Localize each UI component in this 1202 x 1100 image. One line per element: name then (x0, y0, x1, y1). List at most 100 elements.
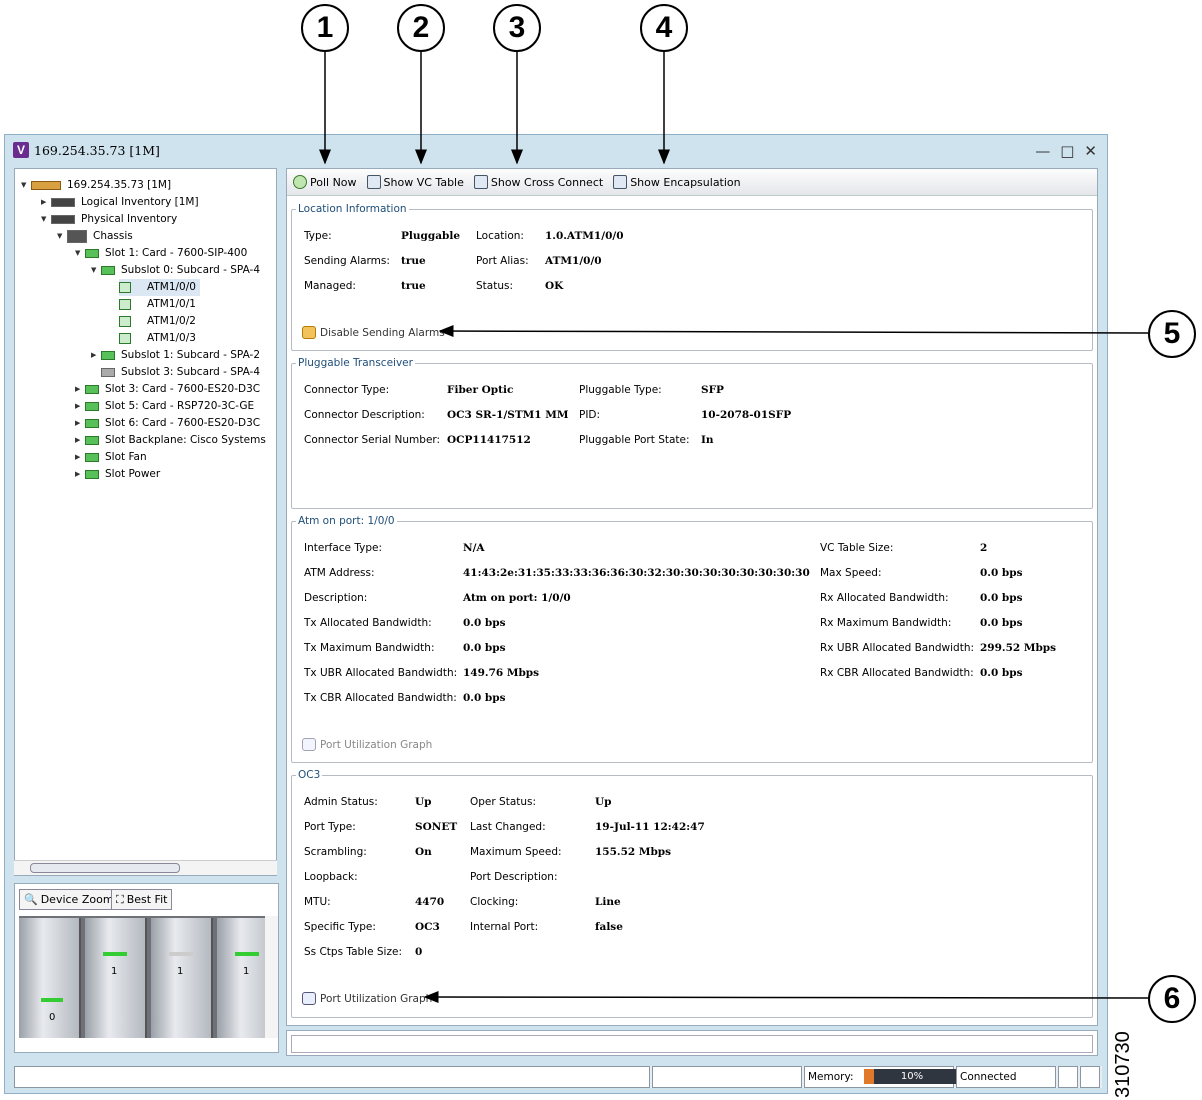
sending-alarms-value: true (401, 255, 426, 267)
tree-root[interactable]: ▼ 169.254.35.73 [1M] (21, 177, 171, 194)
memory-bar: 10% (864, 1069, 960, 1084)
section-title: Location Information (296, 203, 409, 215)
callout-3: 3 (493, 4, 541, 52)
port-icon (119, 282, 131, 293)
memory-percent: 10% (900, 1071, 924, 1082)
maximize-icon[interactable]: □ (1060, 142, 1074, 160)
best-fit-button[interactable]: ⛶ Best Fit (111, 889, 173, 910)
managed-label: Managed: (304, 280, 356, 292)
tree-slot-fan[interactable]: ▶ Slot Fan (75, 449, 147, 466)
atm-field-value: 0.0 bps (980, 567, 1023, 579)
device-window: V 169.254.35.73 [1M] — □ ✕ ▼ 169.254.35.7… (4, 134, 1108, 1094)
card-icon (85, 453, 99, 462)
status-box (652, 1066, 802, 1088)
device-icon (31, 181, 61, 190)
oc3-field-label: Scrambling: (304, 846, 367, 858)
card-icon (85, 436, 99, 445)
alarm-icon (302, 326, 316, 339)
tree-subslot-0[interactable]: ▼ Subslot 0: Subcard - SPA-4 (91, 262, 260, 279)
card-icon (85, 402, 99, 411)
status-message-box (14, 1066, 650, 1088)
oc3-field-label: Maximum Speed: (470, 846, 562, 858)
oc3-field-label: Loopback: (304, 871, 358, 883)
atm-field-value: 0.0 bps (463, 617, 506, 629)
cross-connect-icon (473, 175, 488, 189)
tree-port-atm-1-0-3[interactable]: ATM1/0/3 (119, 330, 196, 347)
scroll-thumb[interactable] (30, 863, 180, 873)
tree-horizontal-scrollbar[interactable] (14, 860, 277, 875)
tree-slot-backplane[interactable]: ▶ Slot Backplane: Cisco Systems (75, 432, 266, 449)
tree-port-atm-1-0-2[interactable]: ATM1/0/2 (119, 313, 196, 330)
inventory-tree[interactable]: ▼ 169.254.35.73 [1M] ▶ Logical Inventory [… (14, 168, 277, 876)
graph-icon (302, 992, 316, 1005)
tree-slot-power[interactable]: ▶ Slot Power (75, 466, 160, 483)
port-alias-label: Port Alias: (476, 255, 529, 267)
chassis-card[interactable]: 1 (151, 918, 213, 1038)
tree-slot-1[interactable]: ▼ Slot 1: Card - 7600-SIP-400 (75, 245, 247, 262)
subcard-icon (101, 266, 115, 275)
oc3-field-label: Port Description: (470, 871, 558, 883)
atm-port-utilization-graph-link[interactable]: Port Utilization Graph (302, 738, 432, 751)
minimize-icon[interactable]: — (1035, 142, 1050, 160)
atm-field-label: Rx Maximum Bandwidth: (820, 617, 952, 629)
oc3-port-utilization-graph-link[interactable]: Port Utilization Graph (302, 992, 432, 1005)
memory-bar-fill (864, 1069, 874, 1084)
chassis-card[interactable]: 0 (19, 918, 81, 1038)
card-icon (85, 470, 99, 479)
sending-alarms-label: Sending Alarms: (304, 255, 390, 267)
connector-type-label: Connector Type: (304, 384, 390, 396)
show-cross-connect-button[interactable]: Show Cross Connect (473, 175, 603, 189)
navigator-vertical-scrollbar[interactable] (265, 916, 278, 1038)
status-label: Status: (476, 280, 513, 292)
atm-field-value: 299.52 Mbps (980, 642, 1057, 654)
section-title: OC3 (296, 769, 323, 781)
atm-field-value: 0.0 bps (463, 692, 506, 704)
show-vc-table-button[interactable]: Show VC Table (366, 175, 464, 189)
atm-field-value: 41:43:2e:31:35:33:33:36:36:30:32:30:30:3… (463, 567, 810, 579)
tree-subslot-1[interactable]: ▶ Subslot 1: Subcard - SPA-2 (91, 347, 260, 364)
tree-chassis[interactable]: ▼ Chassis (57, 228, 133, 245)
tree-slot-5[interactable]: ▶ Slot 5: Card - RSP720-3C-GE (75, 398, 254, 415)
show-encapsulation-button[interactable]: Show Encapsulation (613, 175, 741, 189)
card-number: 0 (49, 1012, 56, 1023)
oc3-field-label: Port Type: (304, 821, 356, 833)
atm-field-value: 149.76 Mbps (463, 667, 540, 679)
disable-sending-alarms-link[interactable]: Disable Sending Alarms (302, 326, 445, 339)
card-led (235, 952, 259, 956)
oc3-field-label: Oper Status: (470, 796, 537, 808)
tree-logical-inventory[interactable]: ▶ Logical Inventory [1M] (41, 194, 199, 211)
chassis-card[interactable]: 1 (85, 918, 147, 1038)
atm-field-value: 0.0 bps (463, 642, 506, 654)
tree-physical-inventory[interactable]: ▼ Physical Inventory (41, 211, 177, 228)
tree-slot-3[interactable]: ▶ Slot 3: Card - 7600-ES20-D3C (75, 381, 260, 398)
app-logo-icon: V (13, 142, 29, 158)
poll-now-button[interactable]: Poll Now (293, 175, 357, 189)
message-field[interactable] (291, 1035, 1093, 1053)
oc3-field-label: Clocking: (470, 896, 519, 908)
graph-icon (302, 738, 316, 751)
chassis-card[interactable]: 1 (217, 918, 265, 1038)
oc3-field-value: SONET (415, 821, 458, 833)
section-title: Pluggable Transceiver (296, 357, 415, 369)
atm-field-label: Rx UBR Allocated Bandwidth: (820, 642, 975, 654)
window-title: 169.254.35.73 [1M] (34, 142, 160, 158)
status-bar: Memory: 10% Connected (14, 1066, 1102, 1088)
callout-2: 2 (397, 4, 445, 52)
section-title: Atm on port: 1/0/0 (296, 515, 397, 527)
subcard-icon (101, 368, 115, 377)
close-icon[interactable]: ✕ (1084, 142, 1097, 160)
oc3-field-value: Up (415, 796, 432, 808)
message-area (286, 1030, 1098, 1056)
atm-field-value: N/A (463, 542, 485, 554)
device-zoom-button[interactable]: 🔍 Device Zoom (19, 889, 119, 910)
tree-subslot-3[interactable]: Subslot 3: Subcard - SPA-4 (101, 364, 260, 381)
port-icon (119, 316, 131, 327)
tree-port-atm-1-0-0[interactable]: ATM1/0/0 (119, 279, 200, 296)
chassis-view[interactable]: 0 1 1 1 (19, 916, 265, 1038)
pluggable-port-state-value: In (701, 434, 714, 446)
card-icon (85, 385, 99, 394)
tree-slot-6[interactable]: ▶ Slot 6: Card - 7600-ES20-D3C (75, 415, 260, 432)
atm-port-section: Atm on port: 1/0/0 Interface Type: N/A A… (291, 515, 1093, 763)
tree-port-atm-1-0-1[interactable]: ATM1/0/1 (119, 296, 196, 313)
atm-field-value: 0.0 bps (980, 667, 1023, 679)
